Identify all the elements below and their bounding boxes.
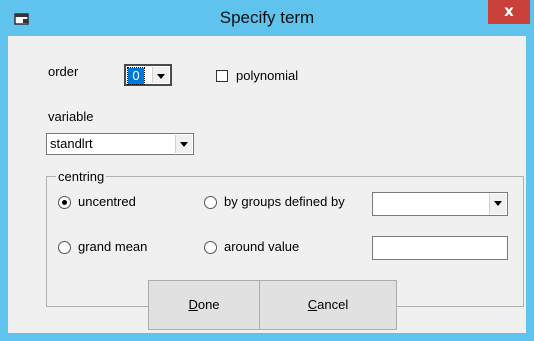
around-value-input[interactable] <box>372 236 508 260</box>
done-mnemonic: D <box>188 297 198 312</box>
variable-select[interactable]: standlrt <box>46 133 194 155</box>
cancel-label: ancel <box>317 297 349 312</box>
done-label: one <box>197 297 220 312</box>
dialog-title: Specify term <box>219 8 315 27</box>
around-value-label: around value <box>224 239 300 254</box>
by-groups-radio[interactable] <box>204 196 217 209</box>
polynomial-label: polynomial <box>236 68 299 83</box>
grand-mean-label: grand mean <box>78 239 148 254</box>
variable-label: variable <box>48 109 94 124</box>
uncentred-label: uncentred <box>78 194 136 209</box>
variable-value: standlrt <box>50 136 93 151</box>
chevron-down-icon[interactable] <box>152 67 169 83</box>
cancel-mnemonic: C <box>307 297 318 312</box>
order-label: order <box>48 64 79 79</box>
order-select[interactable]: 0 <box>124 64 172 86</box>
centring-group-title: centring <box>56 169 107 184</box>
chevron-down-icon[interactable] <box>489 194 506 214</box>
specify-term-dialog: Specify term x order 0 polynomial variab… <box>0 0 534 341</box>
around-value-radio[interactable] <box>204 241 217 254</box>
done-button[interactable]: Done <box>148 280 260 330</box>
uncentred-radio[interactable] <box>58 196 71 209</box>
grand-mean-radio[interactable] <box>58 241 71 254</box>
order-value: 0 <box>127 67 145 85</box>
by-groups-label: by groups defined by <box>224 194 345 209</box>
chevron-down-icon[interactable] <box>175 135 192 153</box>
title-bar[interactable]: Specify term x <box>0 0 534 36</box>
cancel-button[interactable]: Cancel <box>259 280 397 330</box>
groups-select[interactable] <box>372 192 508 216</box>
close-button[interactable]: x <box>488 0 530 24</box>
polynomial-checkbox[interactable] <box>216 70 228 82</box>
